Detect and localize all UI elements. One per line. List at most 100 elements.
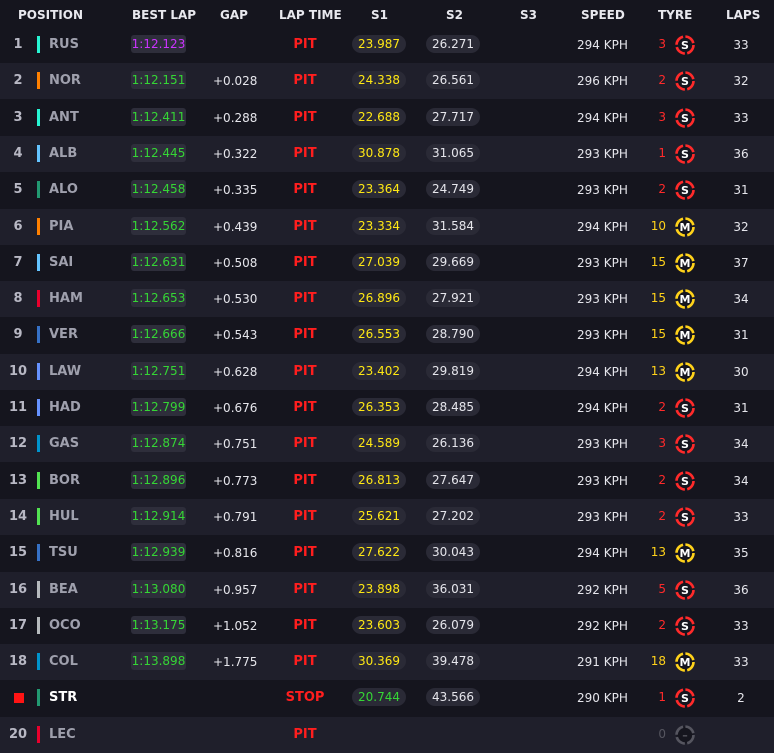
table-row[interactable]: 10 LAW 1:12.751 +0.628 PIT 23.402 29.819 294 KP…	[0, 353, 774, 390]
svg-text:S: S	[681, 584, 689, 597]
sector-2-time: 31.065	[426, 143, 480, 162]
sector-1-time: 25.621	[352, 506, 406, 525]
table-row[interactable]: 14 HUL 1:12.914 +0.791 PIT 25.621 27.202 293 KP…	[0, 498, 774, 535]
team-color-bar	[37, 217, 40, 235]
lap-time-status: PIT	[293, 617, 317, 633]
table-row[interactable]: 1 RUS 1:12.123 PIT 23.987 26.271 294 KPH 3 S 33	[0, 27, 774, 63]
table-row[interactable]: 20 LEC PIT 0 –	[0, 716, 774, 753]
header-speed[interactable]: SPEED	[581, 8, 625, 22]
header-laps[interactable]: LAPS	[726, 8, 760, 22]
sector-1-time: 30.369	[352, 652, 406, 671]
driver-code[interactable]: HUL	[49, 509, 79, 524]
svg-text:M: M	[680, 221, 691, 234]
driver-code[interactable]: COL	[49, 654, 78, 669]
driver-code[interactable]: VER	[49, 327, 78, 342]
sector-1-time: 27.039	[352, 252, 406, 271]
team-color-bar	[37, 362, 40, 380]
team-color-bar	[37, 580, 40, 598]
header-s1[interactable]: S1	[371, 8, 388, 22]
driver-code[interactable]: LAW	[49, 364, 81, 379]
lap-time-status: PIT	[293, 436, 317, 452]
table-row[interactable]: 11 HAD 1:12.799 +0.676 PIT 26.353 28.485 294 KP…	[0, 390, 774, 426]
driver-code[interactable]: ALB	[49, 146, 77, 161]
table-row[interactable]: 18 COL 1:13.898 +1.775 PIT 30.369 39.478 291 KP…	[0, 644, 774, 681]
table-row[interactable]: 8 HAM 1:12.653 +0.530 PIT 26.896 27.921 293 KPH…	[0, 281, 774, 318]
team-color-bar	[37, 36, 40, 53]
table-row[interactable]: 17 OCO 1:13.175 +1.052 PIT 23.603 26.079 292 KP…	[0, 607, 774, 644]
table-row[interactable]: 3 ANT 1:12.411 +0.288 PIT 22.688 27.717 294 KPH…	[0, 99, 774, 136]
header-gap[interactable]: GAP	[220, 8, 248, 22]
position-number: 4	[13, 145, 23, 161]
header-tyre[interactable]: TYRE	[658, 8, 692, 22]
table-row[interactable]: 12 GAS 1:12.874 +0.751 PIT 24.589 26.136 293 KP…	[0, 426, 774, 463]
unknown-tyre-icon: –	[675, 724, 695, 745]
tyre-age: 15	[650, 291, 666, 306]
driver-code[interactable]: HAD	[49, 400, 81, 415]
speed-trap: 291 KPH	[577, 655, 628, 670]
table-row[interactable]: 13 BOR 1:12.896 +0.773 PIT 26.813 27.647 293 KP…	[0, 462, 774, 499]
driver-code[interactable]: SAI	[49, 255, 73, 270]
driver-code[interactable]: ANT	[49, 110, 79, 125]
svg-text:M: M	[680, 547, 691, 560]
table-row[interactable]: 7 SAI 1:12.631 +0.508 PIT 27.039 29.669 293 KPH…	[0, 244, 774, 281]
driver-code[interactable]: BOR	[49, 473, 80, 488]
sector-1-time: 26.353	[352, 398, 406, 416]
table-row[interactable]: STR STOP 20.744 43.566 290 KPH 1 S 2	[0, 680, 774, 717]
driver-code[interactable]: PIA	[49, 219, 73, 234]
gap-to-leader: +1.052	[213, 618, 258, 633]
header-s2[interactable]: S2	[446, 8, 463, 22]
lap-time-status: PIT	[293, 73, 317, 89]
driver-code[interactable]: GAS	[49, 436, 79, 451]
lap-time-status: PIT	[293, 508, 317, 524]
driver-code[interactable]: OCO	[49, 618, 81, 633]
speed-trap: 293 KPH	[577, 255, 628, 270]
driver-code[interactable]: BEA	[49, 582, 78, 597]
gap-to-leader: +0.028	[213, 74, 258, 89]
laps-completed: 34	[733, 473, 749, 488]
header-lap-time[interactable]: LAP TIME	[279, 8, 342, 22]
driver-code[interactable]: STR	[49, 690, 77, 705]
team-color-bar	[37, 253, 40, 271]
gap-to-leader: +0.751	[213, 437, 258, 452]
tyre-age: 15	[650, 327, 666, 342]
sector-2-time: 29.819	[426, 361, 480, 380]
driver-code[interactable]: LEC	[49, 727, 76, 742]
soft-tyre-icon: S	[675, 180, 695, 200]
lap-time-status: PIT	[293, 327, 317, 343]
lap-time-status: PIT	[293, 545, 317, 561]
speed-trap: 294 KPH	[577, 219, 628, 234]
tyre-age: 2	[658, 400, 666, 414]
team-color-bar	[37, 507, 40, 525]
table-row[interactable]: 4 ALB 1:12.445 +0.322 PIT 30.878 31.065 293 KPH…	[0, 135, 774, 172]
speed-trap: 293 KPH	[577, 437, 628, 452]
driver-code[interactable]: HAM	[49, 291, 83, 306]
gap-to-leader: +0.508	[213, 255, 258, 270]
driver-code[interactable]: ALO	[49, 182, 78, 197]
tyre-age: 13	[650, 545, 666, 560]
table-row[interactable]: 2 NOR 1:12.151 +0.028 PIT 24.338 26.561 296 KPH…	[0, 63, 774, 100]
driver-code[interactable]: TSU	[49, 545, 78, 560]
lap-time-status: PIT	[293, 400, 317, 415]
stopped-flag-icon	[14, 693, 24, 704]
driver-code[interactable]: NOR	[49, 73, 81, 88]
table-row[interactable]: 15 TSU 1:12.939 +0.816 PIT 27.622 30.043 294 KP…	[0, 535, 774, 572]
team-color-bar	[37, 290, 40, 308]
header-position[interactable]: POSITION	[18, 8, 83, 22]
header-best-lap[interactable]: BEST LAP	[132, 8, 196, 22]
gap-to-leader: +0.543	[213, 328, 258, 343]
best-lap-time: 1:12.123	[131, 35, 186, 53]
header-s3[interactable]: S3	[520, 8, 537, 22]
medium-tyre-icon: M	[675, 543, 695, 563]
lap-time-status: PIT	[293, 37, 317, 52]
driver-code[interactable]: RUS	[49, 37, 79, 52]
table-row[interactable]: 16 BEA 1:13.080 +0.957 PIT 23.898 36.031 292 KP…	[0, 571, 774, 608]
soft-tyre-icon: S	[675, 144, 695, 164]
gap-to-leader: +0.791	[213, 509, 258, 524]
table-row[interactable]: 6 PIA 1:12.562 +0.439 PIT 23.334 31.584 294 KPH…	[0, 208, 774, 245]
gap-to-leader: +0.335	[213, 183, 258, 198]
speed-trap: 293 KPH	[577, 183, 628, 198]
table-row[interactable]: 5 ALO 1:12.458 +0.335 PIT 23.364 24.749 293 KPH…	[0, 172, 774, 209]
table-row[interactable]: 9 VER 1:12.666 +0.543 PIT 26.553 28.790 293 KPH…	[0, 317, 774, 354]
team-color-bar	[37, 108, 40, 126]
best-lap-time: 1:12.151	[131, 71, 186, 90]
